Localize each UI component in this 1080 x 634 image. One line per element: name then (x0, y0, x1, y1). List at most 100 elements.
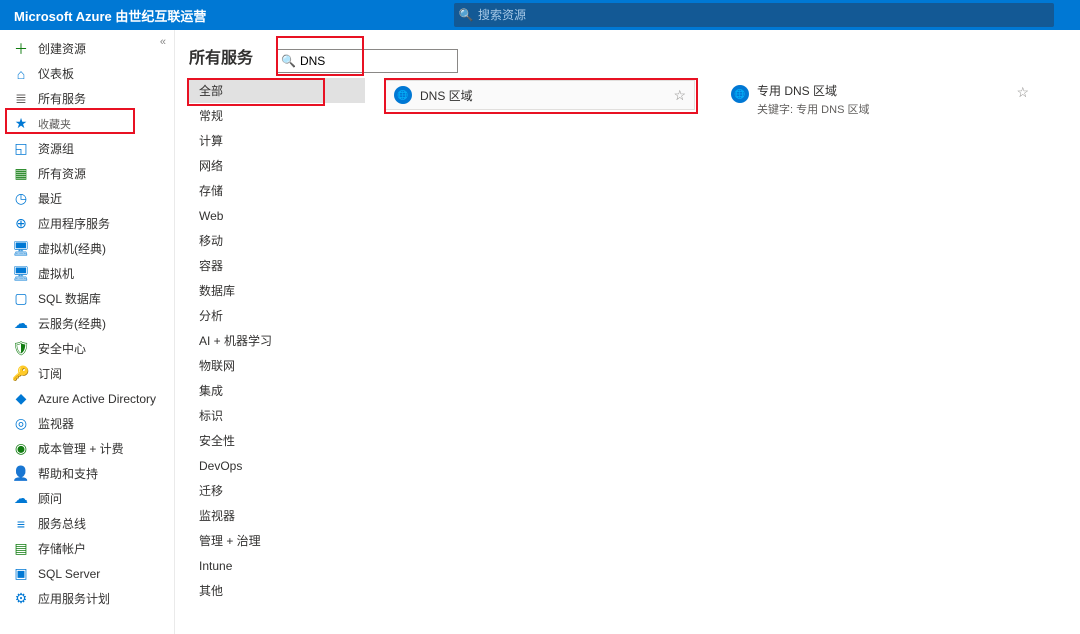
category-item[interactable]: 标识 (189, 403, 365, 428)
sidebar-item-vm-classic[interactable]: 🖥 虚拟机(经典) (0, 236, 174, 261)
vm-icon: 🖥 (12, 265, 30, 283)
all-resources-icon: ▦ (12, 165, 30, 183)
favorite-star-icon[interactable]: ☆ (673, 87, 686, 104)
category-list: 全部常规计算网络存储Web移动容器数据库分析AI + 机器学习物联网集成标识安全… (189, 78, 365, 603)
sidebar-item-label: 所有服务 (38, 90, 86, 107)
category-item[interactable]: 安全性 (189, 428, 365, 453)
sidebar-item-recent[interactable]: ◷ 最近 (0, 186, 174, 211)
services-panel: 所有服务 全部常规计算网络存储Web移动容器数据库分析AI + 机器学习物联网集… (175, 30, 365, 634)
category-item[interactable]: 分析 (189, 303, 365, 328)
sidebar-item-label: 帮助和支持 (38, 465, 98, 482)
recent-icon: ◷ (12, 190, 30, 208)
sidebar-item-subscriptions[interactable]: 🔑 订阅 (0, 361, 174, 386)
sidebar-item-app-plan[interactable]: ⚙ 应用服务计划 (0, 586, 174, 611)
category-item[interactable]: 集成 (189, 378, 365, 403)
sidebar-item-monitor[interactable]: ◎监视器 (0, 411, 174, 436)
security-icon: 🛡 (12, 340, 30, 358)
sidebar-item-label: 存储帐户 (38, 540, 86, 557)
global-search[interactable]: 🔍 (454, 3, 1054, 27)
category-item[interactable]: 物联网 (189, 353, 365, 378)
category-item[interactable]: 网络 (189, 153, 365, 178)
sidebar-item-label: 仪表板 (38, 65, 74, 82)
category-item[interactable]: 计算 (189, 128, 365, 153)
result-private-dns-zone[interactable]: 🌐 专用 DNS 区域 关键字: 专用 DNS 区域 ☆ (725, 80, 1035, 119)
sidebar-item-advisor[interactable]: ☁顾问 (0, 486, 174, 511)
sidebar-item-label: 所有资源 (38, 165, 86, 182)
sidebar-item-label: 创建资源 (38, 40, 86, 57)
category-item[interactable]: 移动 (189, 228, 365, 253)
sidebar-item-label: 收藏夹 (38, 116, 71, 132)
search-icon: 🔍 (454, 8, 478, 22)
result-dns-zone[interactable]: 🌐 DNS 区域 ☆ (385, 80, 695, 110)
sidebar-item-help[interactable]: 👤帮助和支持 (0, 461, 174, 486)
category-item[interactable]: 其他 (189, 578, 365, 603)
aad-icon: ◆ (12, 390, 30, 408)
dns-icon: 🌐 (731, 85, 749, 103)
favorite-star-icon[interactable]: ☆ (1016, 84, 1029, 101)
category-item[interactable]: 管理 + 治理 (189, 528, 365, 553)
sidebar-item-sql-db[interactable]: ▢ SQL 数据库 (0, 286, 174, 311)
sidebar-item-label: 资源组 (38, 140, 74, 157)
sidebar-item-create[interactable]: ＋创建资源 (0, 36, 174, 61)
sidebar-item-label: 安全中心 (38, 340, 86, 357)
category-item[interactable]: Intune (189, 553, 365, 578)
category-item[interactable]: 数据库 (189, 278, 365, 303)
advisor-icon: ☁ (12, 490, 30, 508)
category-item[interactable]: AI + 机器学习 (189, 328, 365, 353)
sidebar-item-vm[interactable]: 🖥 虚拟机 (0, 261, 174, 286)
global-search-input[interactable] (478, 8, 1054, 22)
sidebar-item-favorites[interactable]: ★收藏夹 (0, 111, 174, 136)
service-filter-input[interactable] (300, 54, 455, 68)
sidebar-item-label: 虚拟机 (38, 265, 74, 282)
category-item[interactable]: Web (189, 203, 365, 228)
dashboard-icon: ⌂ (12, 65, 30, 83)
category-item[interactable]: 容器 (189, 253, 365, 278)
sidebar-item-aad[interactable]: ◆ Azure Active Directory (0, 386, 174, 411)
resource-groups-icon: ◱ (12, 140, 30, 158)
result-name: DNS 区域 (420, 87, 673, 104)
vm-classic-icon: 🖥 (12, 240, 30, 258)
sidebar-item-label: 成本管理 + 计费 (38, 440, 124, 457)
app-plan-icon: ⚙ (12, 590, 30, 608)
sql-db-icon: ▢ (12, 290, 30, 308)
sidebar-item-security[interactable]: 🛡 安全中心 (0, 336, 174, 361)
sidebar-item-label: 最近 (38, 190, 62, 207)
monitor-icon: ◎ (12, 415, 30, 433)
sidebar-item-label: SQL 数据库 (38, 290, 101, 307)
dns-icon: 🌐 (394, 86, 412, 104)
category-item[interactable]: 存储 (189, 178, 365, 203)
sidebar-item-cost[interactable]: ◉成本管理 + 计费 (0, 436, 174, 461)
sidebar-item-label: SQL Server (38, 567, 100, 581)
sidebar-item-label: 服务总线 (38, 515, 86, 532)
category-item[interactable]: 常规 (189, 103, 365, 128)
sidebar-item-resource-groups[interactable]: ◱ 资源组 (0, 136, 174, 161)
result-keyword: 关键字: 专用 DNS 区域 (757, 101, 1016, 117)
sidebar-item-label: 订阅 (38, 365, 62, 382)
main-content: 所有服务 全部常规计算网络存储Web移动容器数据库分析AI + 机器学习物联网集… (175, 30, 1080, 634)
all-services-icon: ≣ (12, 90, 30, 108)
result-name: 专用 DNS 区域 (757, 82, 1016, 99)
category-item[interactable]: DevOps (189, 453, 365, 478)
category-item[interactable]: 迁移 (189, 478, 365, 503)
brand-title: Microsoft Azure 由世纪互联运营 (0, 6, 220, 25)
sidebar-item-app-services[interactable]: ⊕应用程序服务 (0, 211, 174, 236)
collapse-sidebar-button[interactable]: « (160, 36, 166, 48)
sidebar-item-dashboard[interactable]: ⌂ 仪表板 (0, 61, 174, 86)
sidebar-item-storage[interactable]: ▤ 存储帐户 (0, 536, 174, 561)
sql-server-icon: ▣ (12, 565, 30, 583)
sidebar-item-service-bus[interactable]: ≡服务总线 (0, 511, 174, 536)
category-item[interactable]: 全部 (189, 78, 365, 103)
sidebar-item-label: Azure Active Directory (38, 392, 156, 406)
sidebar-item-label: 虚拟机(经典) (38, 240, 106, 257)
sidebar-item-all-resources[interactable]: ▦ 所有资源 (0, 161, 174, 186)
sidebar-item-all-services[interactable]: ≣ 所有服务 (0, 86, 174, 111)
category-item[interactable]: 监视器 (189, 503, 365, 528)
subscriptions-icon: 🔑 (12, 365, 30, 383)
sidebar-item-sql-server[interactable]: ▣ SQL Server (0, 561, 174, 586)
service-filter[interactable]: 🔍 (276, 49, 458, 73)
sidebar-item-cloud-svc[interactable]: ☁云服务(经典) (0, 311, 174, 336)
storage-icon: ▤ (12, 540, 30, 558)
sidebar-item-label: 应用服务计划 (38, 590, 110, 607)
sidebar-item-label: 云服务(经典) (38, 315, 106, 332)
app-services-icon: ⊕ (12, 215, 30, 233)
